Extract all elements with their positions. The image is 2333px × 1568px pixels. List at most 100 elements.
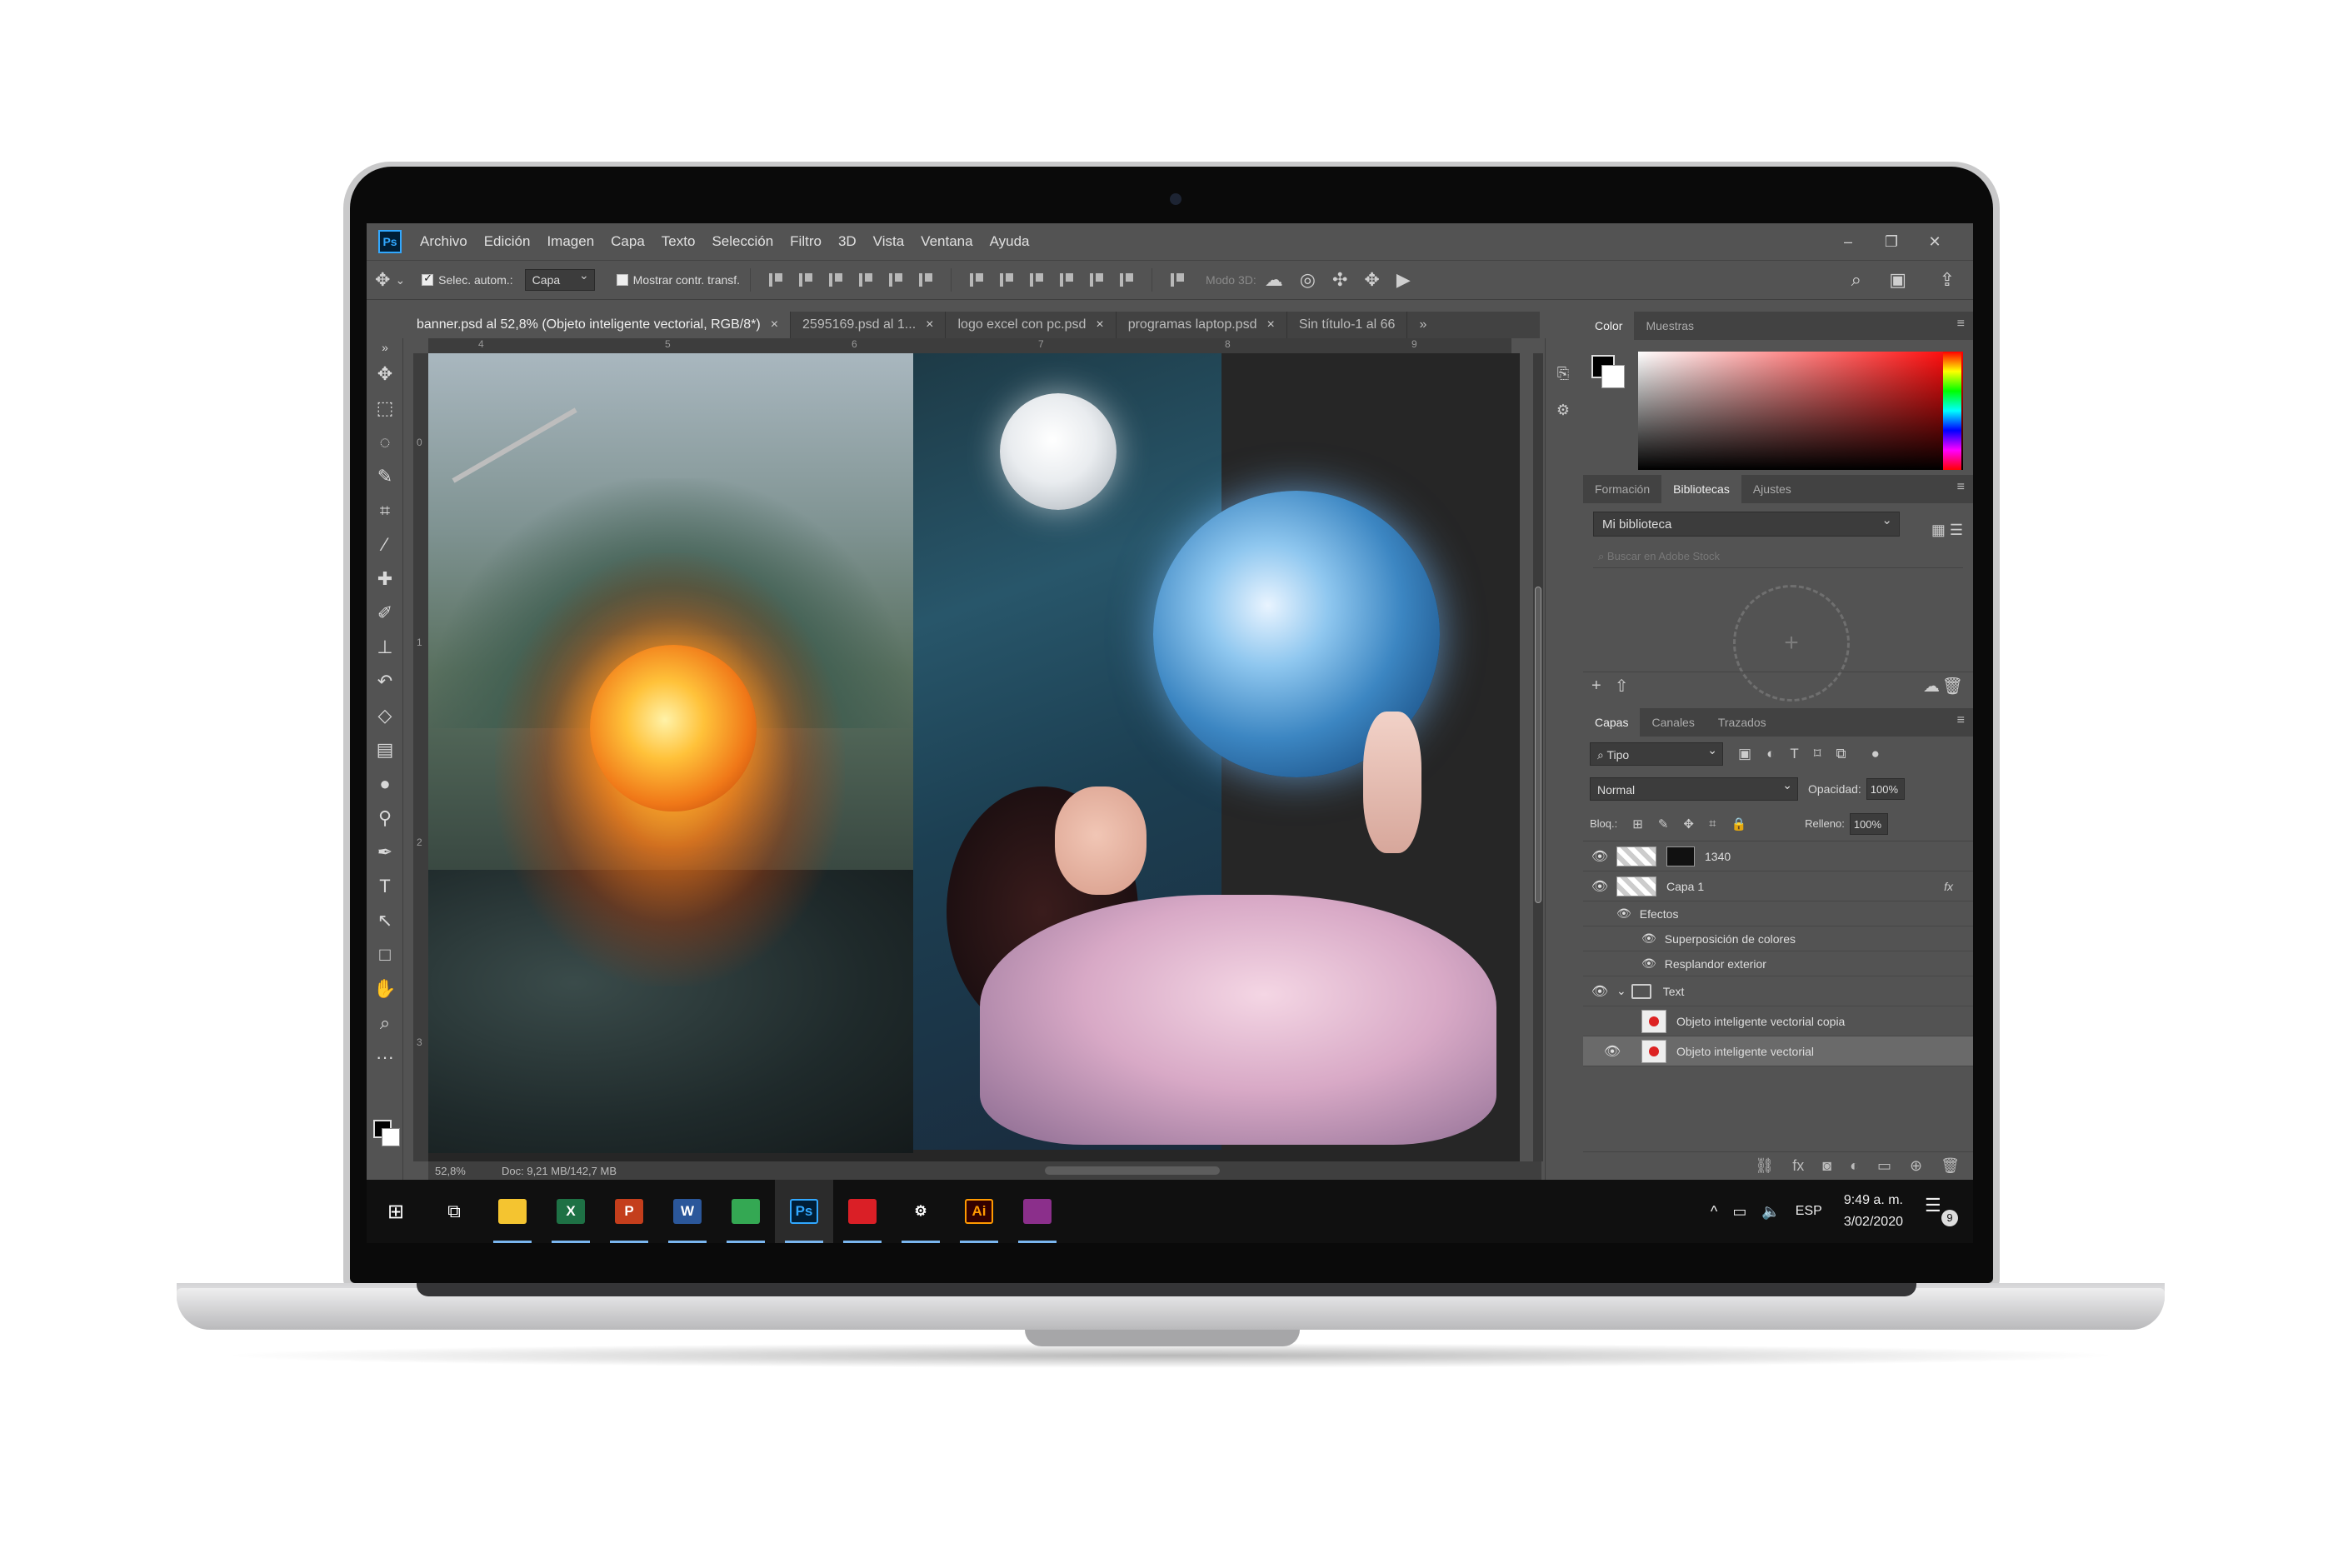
show-transform-checkbox[interactable] — [616, 274, 628, 286]
effect-row[interactable]: 👁 Superposición de colores — [1583, 926, 1973, 951]
panel-menu-icon[interactable]: ≡ — [1957, 480, 1965, 495]
taskbar-app-button[interactable]: P — [600, 1180, 658, 1243]
group-row[interactable]: 👁 ⌄ Text — [1583, 976, 1973, 1006]
lock-position-icon[interactable]: ✥ — [1683, 816, 1694, 831]
stock-search-input[interactable]: ⌕ Buscar en Adobe Stock — [1593, 543, 1963, 568]
orbit-3d-icon[interactable]: ☁ — [1265, 269, 1283, 291]
view-toggle-icon[interactable]: ▦ ☰ — [1931, 522, 1963, 539]
type-tool-icon[interactable]: T — [367, 869, 403, 903]
task-view-button[interactable]: ⧉ — [425, 1180, 483, 1243]
add-icon[interactable]: + — [1591, 677, 1601, 696]
notifications-button[interactable]: ☰ 9 — [1925, 1195, 1958, 1228]
drag-3d-icon[interactable]: ✣ — [1332, 269, 1347, 291]
more-tools-icon[interactable]: ··· — [367, 1040, 403, 1074]
close-icon[interactable]: × — [1266, 317, 1274, 332]
visibility-eye-icon[interactable]: 👁 — [1641, 956, 1656, 971]
tab-ajustes[interactable]: Ajustes — [1741, 475, 1803, 503]
roll-3d-icon[interactable]: ◎ — [1300, 269, 1316, 291]
visibility-eye-icon[interactable]: 👁 — [1641, 931, 1656, 946]
taskbar-app-button[interactable]: Ai — [950, 1180, 1008, 1243]
collapse-icon[interactable]: » — [367, 338, 403, 357]
path-select-tool-icon[interactable]: ↖ — [367, 903, 403, 937]
taskbar-app-button[interactable] — [833, 1180, 892, 1243]
menu-texto[interactable]: Texto — [662, 233, 696, 250]
marquee-tool-icon[interactable]: ⬚ — [367, 391, 403, 425]
gradient-tool-icon[interactable]: ▤ — [367, 732, 403, 767]
align-vcenter-icon[interactable] — [796, 271, 816, 289]
library-dropdown[interactable]: Mi biblioteca — [1593, 512, 1900, 537]
pixel-filter-icon[interactable]: ▣ — [1738, 746, 1751, 762]
effects-row[interactable]: 👁 Efectos — [1583, 901, 1973, 926]
vertical-scrollbar[interactable] — [1533, 353, 1543, 1161]
new-layer-icon[interactable]: ⊕ — [1910, 1157, 1922, 1175]
scroll-thumb[interactable] — [1535, 587, 1541, 903]
distribute-vcenter-icon[interactable] — [997, 271, 1017, 289]
tab-muestras[interactable]: Muestras — [1634, 312, 1706, 340]
trash-icon[interactable]: 🗑 — [1942, 676, 1963, 697]
taskbar-app-button[interactable] — [1008, 1180, 1067, 1243]
move-tool-icon[interactable]: ✥ — [367, 357, 403, 391]
menu-edicion[interactable]: Edición — [484, 233, 531, 250]
mask-icon[interactable]: ◙ — [1822, 1157, 1831, 1175]
type-filter-icon[interactable]: T — [1790, 746, 1798, 762]
tab-canales[interactable]: Canales — [1640, 708, 1706, 737]
menu-archivo[interactable]: Archivo — [420, 233, 467, 250]
menu-vista[interactable]: Vista — [873, 233, 905, 250]
panel-menu-icon[interactable]: ≡ — [1957, 317, 1965, 332]
chevron-down-icon[interactable]: ⌄ — [1616, 984, 1626, 998]
distribute-top-icon[interactable] — [967, 271, 987, 289]
taskbar-app-button[interactable]: Ps — [775, 1180, 833, 1243]
fx-icon[interactable]: fx — [1792, 1157, 1804, 1175]
eyedropper-tool-icon[interactable]: ⁄ — [367, 527, 403, 562]
upload-icon[interactable]: ⇧ — [1615, 676, 1629, 697]
document-canvas[interactable] — [428, 353, 1520, 1161]
taskbar-app-button[interactable]: X — [542, 1180, 600, 1243]
link-icon[interactable]: ⛓ — [1755, 1157, 1774, 1175]
filter-toggle-icon[interactable]: ● — [1871, 746, 1880, 762]
shape-filter-icon[interactable]: ⌑ — [1814, 746, 1821, 762]
lasso-tool-icon[interactable]: ◌ — [367, 425, 403, 459]
align-left-icon[interactable] — [856, 271, 876, 289]
tab-bibliotecas[interactable]: Bibliotecas — [1661, 475, 1741, 503]
brush-tool-icon[interactable]: ✐ — [367, 596, 403, 630]
clone-stamp-tool-icon[interactable]: ⊥ — [367, 630, 403, 664]
zoom-level[interactable]: 52,8% — [428, 1165, 485, 1177]
menu-filtro[interactable]: Filtro — [790, 233, 822, 250]
move-tool-icon[interactable]: ✥ — [375, 269, 390, 291]
more-tabs-icon[interactable]: » — [1407, 312, 1438, 338]
tab-programas-laptop[interactable]: programas laptop.psd × — [1117, 312, 1287, 338]
workspace-icon[interactable]: ▣ — [1889, 269, 1906, 291]
creative-cloud-icon[interactable]: ☁ — [1923, 676, 1940, 697]
distribute-left-icon[interactable] — [1057, 271, 1077, 289]
distribute-hcenter-icon[interactable] — [1087, 271, 1107, 289]
menu-seleccion[interactable]: Selección — [712, 233, 773, 250]
network-icon[interactable]: ▭ — [1732, 1203, 1746, 1221]
menu-ventana[interactable]: Ventana — [921, 233, 972, 250]
effect-row[interactable]: 👁 Resplandor exterior — [1583, 951, 1973, 976]
trash-icon[interactable]: 🗑 — [1941, 1157, 1960, 1175]
share-icon[interactable]: ⇪ — [1940, 269, 1955, 291]
tab-capas[interactable]: Capas — [1583, 708, 1641, 737]
kind-filter-dropdown[interactable]: ⌕ Tipo — [1590, 742, 1723, 766]
layer-row[interactable]: 👁 Capa 1 fx — [1583, 871, 1973, 901]
horizontal-scroll-thumb[interactable] — [1045, 1166, 1220, 1175]
chevron-down-icon[interactable]: ⌄ — [395, 273, 405, 287]
align-right-icon[interactable] — [916, 271, 936, 289]
visibility-eye-icon[interactable]: 👁 — [1583, 848, 1616, 865]
auto-select-dropdown[interactable]: Capa — [524, 268, 595, 291]
tab-color[interactable]: Color — [1583, 312, 1635, 340]
restore-icon[interactable]: ❐ — [1870, 233, 1913, 251]
crop-tool-icon[interactable]: ⌗ — [367, 493, 403, 527]
taskbar-app-button[interactable]: W — [658, 1180, 717, 1243]
lock-all-icon[interactable]: 🔒 — [1731, 816, 1746, 831]
tab-formacion[interactable]: Formación — [1583, 475, 1661, 503]
menu-3d[interactable]: 3D — [838, 233, 857, 250]
align-bottom-icon[interactable] — [826, 271, 846, 289]
history-panel-icon[interactable]: ⎘ — [1546, 355, 1581, 392]
adjustment-icon[interactable]: ◐ — [1850, 1157, 1859, 1175]
visibility-eye-icon[interactable]: 👁 — [1583, 983, 1616, 1000]
search-icon[interactable]: ⌕ — [1851, 269, 1861, 291]
blur-tool-icon[interactable]: ● — [367, 767, 403, 801]
taskbar-app-button[interactable]: ⚙ — [892, 1180, 950, 1243]
fill-input[interactable]: 100% — [1849, 812, 1888, 835]
